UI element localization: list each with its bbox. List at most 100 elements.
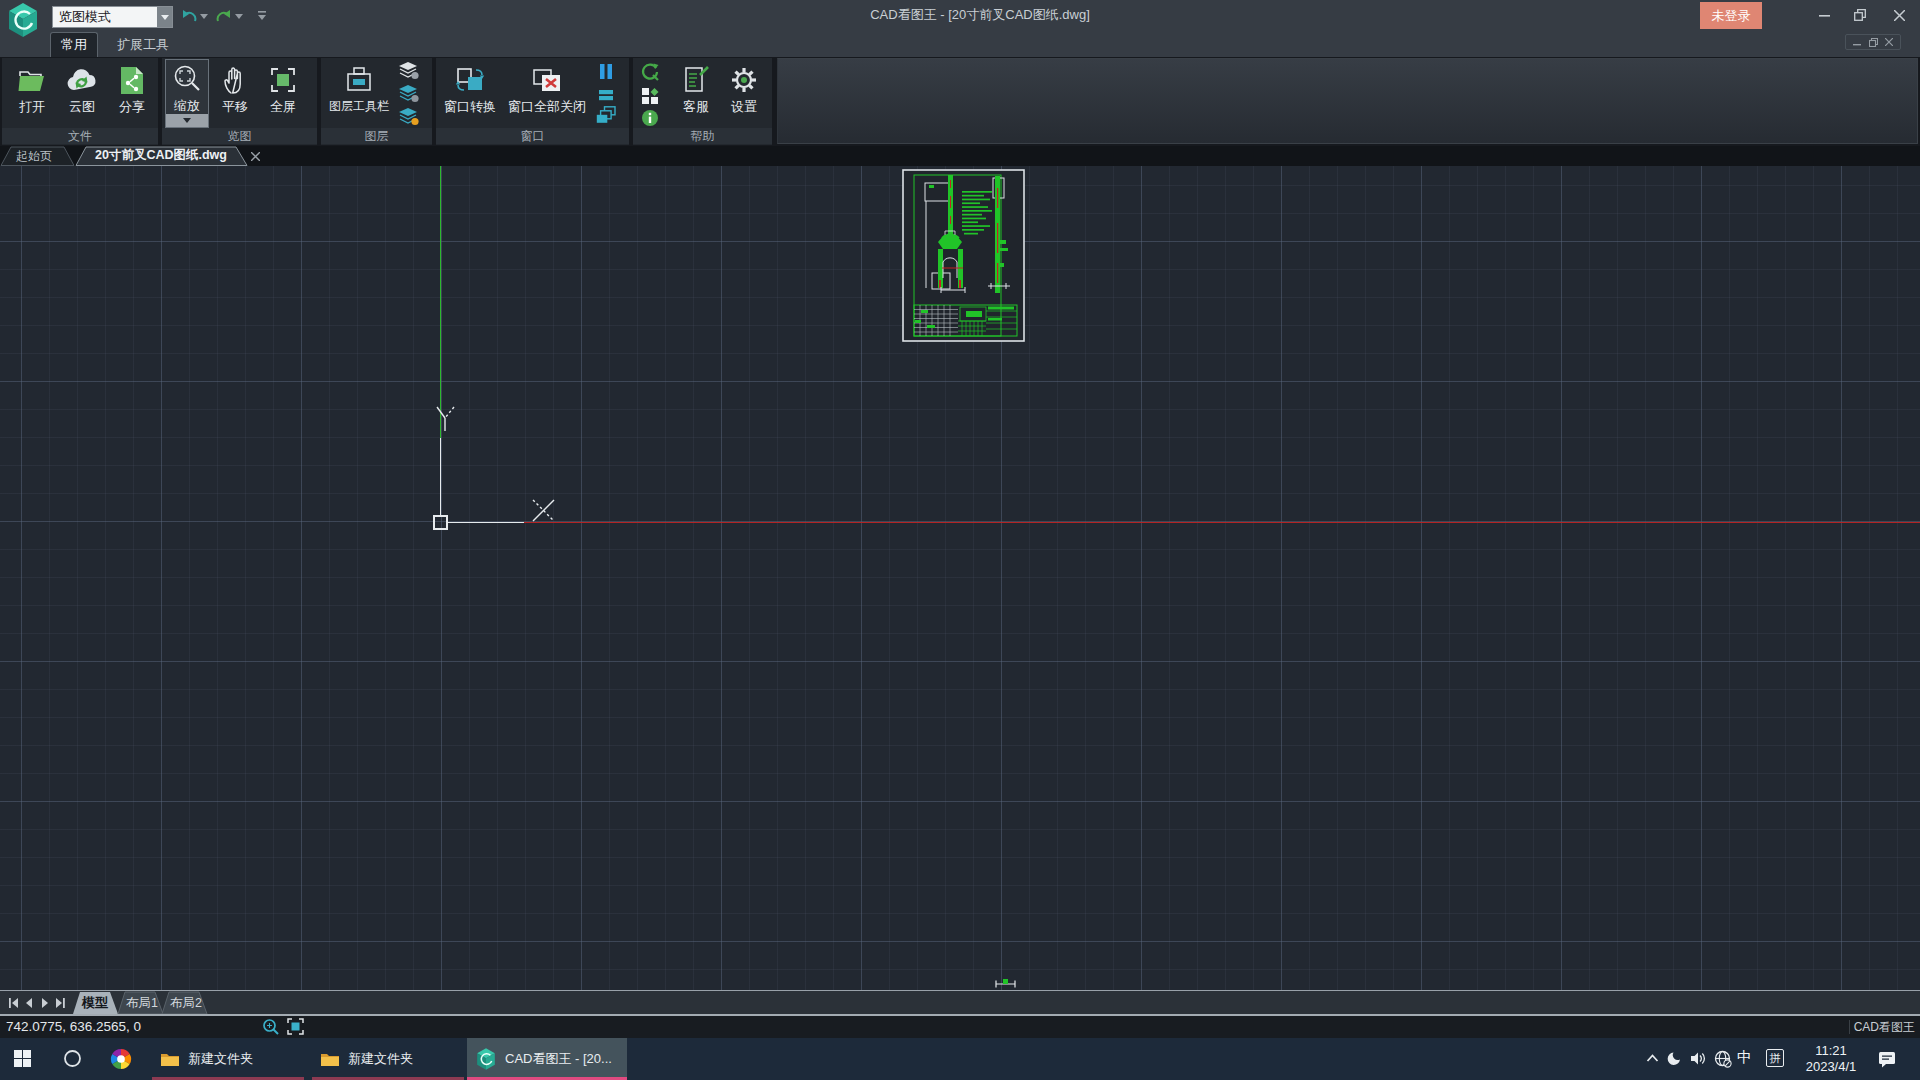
tray-chevron-icon[interactable] bbox=[1646, 1053, 1659, 1063]
open-button[interactable]: 打开 bbox=[10, 61, 54, 116]
layout-tab-2-label[interactable]: 布局2 bbox=[170, 995, 202, 1012]
search-icon[interactable] bbox=[63, 1049, 82, 1068]
close-all-windows-icon bbox=[531, 61, 563, 95]
tray-moon-icon[interactable] bbox=[1666, 1049, 1684, 1067]
login-button[interactable]: 未登录 bbox=[1700, 2, 1762, 29]
tray-time: 11:21 bbox=[1798, 1043, 1864, 1059]
zoom-status-icon[interactable] bbox=[262, 1018, 280, 1036]
customer-service-icon bbox=[682, 61, 710, 95]
cad-app-icon bbox=[475, 1047, 497, 1071]
mdi-close-icon[interactable] bbox=[1885, 38, 1893, 46]
app-window: 览图模式 CAD看图王 - [20寸前叉CAD图纸.dwg] 未登录 bbox=[0, 0, 1920, 1080]
tile-windows-icon[interactable] bbox=[598, 89, 614, 101]
undo-dropdown-icon[interactable] bbox=[200, 14, 208, 20]
tray-pinyin-icon[interactable]: 拼 bbox=[1766, 1049, 1784, 1067]
folder-icon bbox=[160, 1051, 180, 1067]
product-grid-icon[interactable] bbox=[641, 87, 659, 105]
status-app-name: CAD看图王 bbox=[1854, 1016, 1915, 1038]
ribbon-group-view: 缩放 平移 bbox=[162, 58, 317, 145]
pause-refresh-icon[interactable] bbox=[598, 63, 614, 80]
taskbar-item-folder2[interactable]: 新建文件夹 bbox=[312, 1038, 464, 1080]
mode-select[interactable]: 览图模式 bbox=[52, 6, 173, 28]
prev-tab-icon[interactable] bbox=[26, 998, 32, 1008]
ribbon-group-label: 窗口 bbox=[436, 128, 629, 144]
mdi-restore-icon[interactable] bbox=[1869, 38, 1878, 47]
notification-icon[interactable] bbox=[1878, 1050, 1897, 1068]
redo-icon[interactable] bbox=[216, 9, 232, 23]
mdi-minimize-icon[interactable] bbox=[1853, 38, 1861, 46]
next-tab-icon[interactable] bbox=[42, 998, 48, 1008]
customize-toolbar-icon[interactable] bbox=[257, 11, 267, 21]
tray-ime-icon[interactable]: 中 bbox=[1737, 1048, 1752, 1067]
browser-icon[interactable] bbox=[110, 1048, 132, 1070]
fullscreen-icon bbox=[268, 61, 298, 95]
app-logo bbox=[6, 1, 40, 39]
zoom-button-top[interactable]: 缩放 bbox=[166, 60, 208, 115]
taskbar-item-cad[interactable]: CAD看图王 - [20... bbox=[467, 1038, 627, 1080]
taskbar-item-folder1[interactable]: 新建文件夹 bbox=[152, 1038, 304, 1080]
ribbon-group-label: 图层 bbox=[321, 128, 432, 144]
tray-clock[interactable]: 11:21 2023/4/1 bbox=[1798, 1043, 1864, 1075]
layer-list-icon[interactable] bbox=[398, 61, 420, 80]
redo-dropdown-icon[interactable] bbox=[235, 14, 243, 20]
tray-network-icon[interactable] bbox=[1714, 1050, 1732, 1068]
taskbar: 新建文件夹 新建文件夹 CAD看图王 - [20... bbox=[0, 1038, 1920, 1080]
tray-date: 2023/4/1 bbox=[1798, 1059, 1864, 1075]
ucs-origin-box bbox=[433, 515, 448, 530]
red-axis-line bbox=[524, 522, 1920, 523]
close-button[interactable] bbox=[1878, 0, 1920, 30]
chevron-down-icon[interactable] bbox=[157, 7, 172, 27]
layer-toolbar-button[interactable]: 图层工具栏 bbox=[325, 61, 393, 115]
share-icon bbox=[119, 61, 145, 95]
ribbon-group-label: 帮助 bbox=[633, 128, 772, 144]
green-axis-line bbox=[440, 166, 441, 438]
info-icon[interactable] bbox=[641, 109, 659, 127]
restore-button[interactable] bbox=[1842, 0, 1878, 30]
ribbon-tab-extended[interactable]: 扩展工具 bbox=[110, 32, 176, 57]
ucs-x-axis-line bbox=[448, 522, 524, 523]
drawing-canvas[interactable] bbox=[0, 166, 1920, 990]
cursor-coordinates: 742.0775, 636.2565, 0 bbox=[6, 1016, 141, 1038]
close-all-windows-button[interactable]: 窗口全部关闭 bbox=[502, 61, 592, 116]
check-update-icon[interactable] bbox=[640, 62, 660, 82]
ribbon-tab-common[interactable]: 常用 bbox=[50, 32, 98, 57]
customer-service-button[interactable]: 客服 bbox=[674, 61, 718, 116]
layout-tab-model-label[interactable]: 模型 bbox=[82, 994, 108, 1012]
tray-volume-icon[interactable] bbox=[1690, 1051, 1707, 1066]
settings-gear-icon bbox=[729, 61, 759, 95]
ucs-y-label bbox=[433, 404, 463, 436]
doc-tab-close-icon[interactable] bbox=[251, 152, 260, 161]
ribbon-empty-area bbox=[777, 58, 1918, 144]
minimize-button[interactable] bbox=[1806, 0, 1842, 30]
layer-toolbar-icon bbox=[344, 61, 374, 95]
pan-hand-icon bbox=[221, 61, 249, 95]
ribbon-group-label: 览图 bbox=[162, 128, 317, 144]
window-title: CAD看图王 - [20寸前叉CAD图纸.dwg] bbox=[760, 0, 1200, 30]
start-button-icon[interactable] bbox=[14, 1050, 31, 1067]
chevron-down-icon bbox=[183, 118, 191, 123]
ucs-y-axis-line bbox=[440, 438, 441, 516]
zoom-dropdown[interactable] bbox=[166, 114, 208, 127]
first-tab-icon[interactable] bbox=[9, 998, 18, 1008]
layout-tab-1-label[interactable]: 布局1 bbox=[126, 995, 158, 1012]
zoom-button[interactable]: 缩放 bbox=[165, 59, 209, 128]
mode-select-value: 览图模式 bbox=[53, 8, 157, 26]
doc-tab-active-label[interactable]: 20寸前叉CAD图纸.dwg bbox=[90, 147, 232, 164]
doc-tab-start-label[interactable]: 起始页 bbox=[16, 148, 52, 165]
share-button[interactable]: 分享 bbox=[110, 61, 154, 116]
cloud-sync-icon bbox=[66, 61, 98, 95]
status-bar: 742.0775, 636.2565, 0 CAD看图王 bbox=[0, 1016, 1920, 1038]
window-switch-icon bbox=[454, 61, 486, 95]
last-tab-icon[interactable] bbox=[56, 998, 65, 1008]
undo-icon[interactable] bbox=[181, 9, 197, 23]
ribbon-group-file: 打开 云图 bbox=[2, 58, 158, 145]
pan-button[interactable]: 平移 bbox=[213, 61, 257, 116]
cascade-windows-icon[interactable] bbox=[596, 106, 616, 124]
fullscreen-button[interactable]: 全屏 bbox=[261, 61, 305, 116]
layer-state-icon[interactable] bbox=[398, 84, 420, 103]
cloud-button[interactable]: 云图 bbox=[60, 61, 104, 116]
layer-merge-icon[interactable] bbox=[398, 107, 420, 126]
settings-button[interactable]: 设置 bbox=[722, 61, 766, 116]
window-switch-button[interactable]: 窗口转换 bbox=[441, 61, 499, 116]
frame-select-icon[interactable] bbox=[287, 1018, 304, 1035]
